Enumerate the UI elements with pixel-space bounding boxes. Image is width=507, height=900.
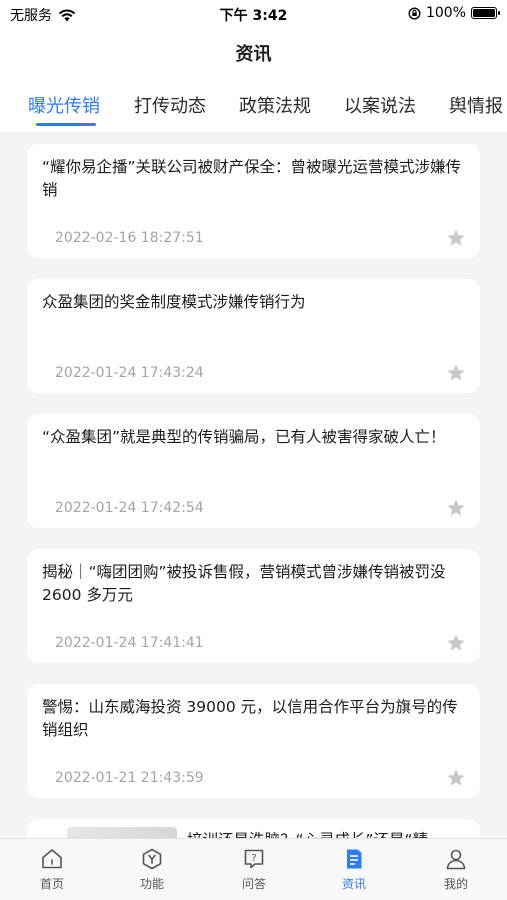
tab-public-opinion[interactable]: 舆情报	[449, 92, 503, 118]
article-time: 2022-02-16 18:27:51	[55, 230, 204, 246]
tabbar-label: 首页	[39, 877, 64, 891]
article-title: 揭秘｜“嗨团团购”被投诉售假，营销模式曾涉嫌传销被罚没 2600 多万元	[42, 563, 446, 604]
article-thumbnail	[67, 827, 177, 838]
star-icon[interactable]	[446, 228, 466, 248]
tabbar-home[interactable]: 首页	[22, 847, 82, 892]
battery-icon	[471, 7, 500, 19]
tabbar-label: 我的	[443, 877, 468, 891]
tabbar-profile[interactable]: 我的	[426, 847, 486, 892]
news-icon	[347, 849, 362, 869]
article-time: 2022-01-24 17:41:41	[55, 635, 204, 651]
header: 资讯	[0, 28, 507, 76]
article-card[interactable]: 众盈集团的奖金制度模式涉嫌传销行为 2022-01-24 17:43:24	[27, 279, 480, 393]
tabbar-news[interactable]: 资讯	[324, 847, 384, 892]
tabbar-label: 问答	[241, 877, 266, 891]
article-time: 2022-01-21 21:43:59	[55, 770, 204, 786]
tab-exposure[interactable]: 曝光传销	[28, 92, 100, 118]
article-list[interactable]: “耀你易企播”关联公司被财产保全：曾被曝光运营模式涉嫌传销 2022-02-16…	[0, 132, 507, 838]
battery-fill	[473, 9, 495, 17]
tab-crackdown-news[interactable]: 打传动态	[134, 92, 206, 118]
svg-text:?: ?	[251, 853, 256, 864]
tabbar-functions[interactable]: 功能	[122, 847, 182, 892]
page-title: 资讯	[235, 44, 272, 65]
article-title: “耀你易企播”关联公司被财产保全：曾被曝光运营模式涉嫌传销	[42, 158, 462, 199]
active-tab-indicator	[36, 123, 96, 126]
article-card[interactable]: “众盈集团”就是典型的传销骗局，已有人被害得家破人亡！ 2022-01-24 1…	[27, 414, 480, 528]
article-card[interactable]: 警惕：山东威海投资 39000 元，以信用合作平台为旗号的传销组织 2022-0…	[27, 684, 480, 798]
article-card[interactable]: “耀你易企播”关联公司被财产保全：曾被曝光运营模式涉嫌传销 2022-02-16…	[27, 144, 480, 258]
tabbar-qa[interactable]: ? 问答	[224, 847, 284, 892]
star-icon[interactable]	[446, 363, 466, 383]
article-time: 2022-01-24 17:42:54	[55, 500, 204, 516]
status-right: 100%	[408, 5, 500, 21]
bottom-tab-bar: 首页 功能 ? 问答 资讯 我的	[0, 838, 507, 900]
article-time: 2022-01-24 17:43:24	[55, 365, 204, 381]
article-title: 众盈集团的奖金制度模式涉嫌传销行为	[42, 293, 306, 311]
article-title: “众盈集团”就是典型的传销骗局，已有人被害得家破人亡！	[42, 428, 446, 446]
qa-icon: ?	[244, 849, 264, 869]
tab-policy[interactable]: 政策法规	[239, 92, 311, 118]
battery-percent: 100%	[425, 5, 466, 21]
star-icon[interactable]	[446, 768, 466, 788]
star-icon[interactable]	[446, 633, 466, 653]
category-tabs: 曝光传销 打传动态 政策法规 以案说法 舆情报	[0, 76, 507, 132]
orientation-lock-icon	[408, 6, 421, 20]
star-icon[interactable]	[446, 498, 466, 518]
tab-case-study[interactable]: 以案说法	[344, 92, 416, 118]
article-title: 警惕：山东威海投资 39000 元，以信用合作平台为旗号的传销组织	[42, 698, 458, 739]
article-title: 培训还是洗脑？“心灵成长”还是“精	[187, 829, 464, 838]
article-card-partial[interactable]: 培训还是洗脑？“心灵成长”还是“精	[27, 819, 480, 838]
home-icon	[42, 849, 62, 869]
article-card[interactable]: 揭秘｜“嗨团团购”被投诉售假，营销模式曾涉嫌传销被罚没 2600 多万元 202…	[27, 549, 480, 663]
profile-icon	[446, 849, 466, 870]
function-icon	[142, 848, 162, 870]
tabbar-label: 功能	[139, 877, 164, 891]
status-bar: 无服务 下午 3:42 100%	[0, 0, 507, 28]
tabbar-label: 资讯	[341, 877, 366, 891]
